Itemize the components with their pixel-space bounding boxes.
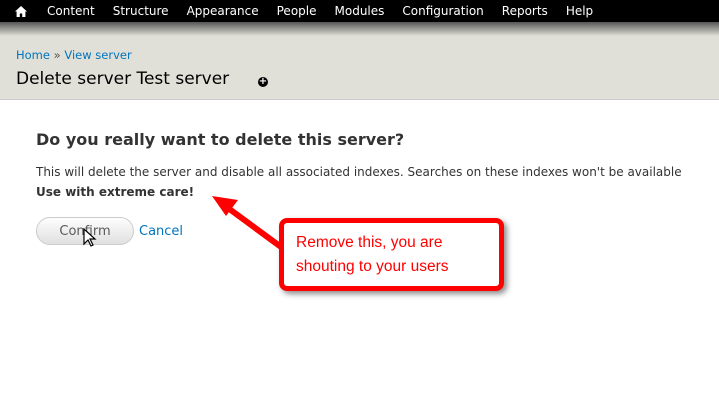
annotation-arrow-icon — [212, 196, 294, 258]
annotation-callout: Remove this, you are shouting to your us… — [279, 218, 504, 291]
